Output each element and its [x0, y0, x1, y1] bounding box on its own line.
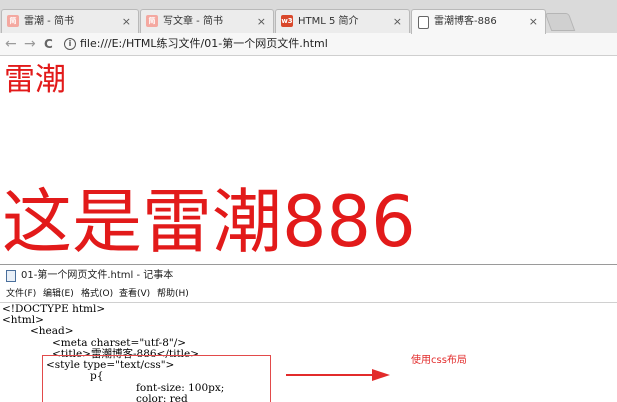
tab-title: 写文章 - 简书	[163, 16, 223, 27]
tab-jianshu-write[interactable]: 简 写文章 - 简书 ×	[140, 9, 274, 33]
tab-html5-intro[interactable]: w3 HTML 5 简介 ×	[275, 9, 410, 33]
annotation-arrow-icon	[286, 369, 390, 381]
notepad-title: 01-第一个网页文件.html - 记事本	[21, 270, 174, 281]
close-icon[interactable]: ×	[122, 10, 131, 33]
address-bar[interactable]: file:///E:/HTML练习文件/01-第一个网页文件.html	[80, 36, 328, 52]
jianshu-icon: 简	[146, 15, 158, 27]
tab-title: HTML 5 简介	[298, 16, 359, 27]
notepad-text-area[interactable]: <!DOCTYPE html> <html> <head> <meta char…	[0, 302, 617, 402]
back-arrow-icon[interactable]: ←	[5, 35, 17, 53]
menu-edit[interactable]: 编辑(E)	[43, 287, 74, 302]
new-tab-button[interactable]	[544, 13, 576, 31]
notepad-menu-bar: 文件(F) 编辑(E) 格式(O) 查看(V) 帮助(H)	[0, 287, 617, 302]
tab-title: 雷潮博客-886	[434, 16, 497, 27]
menu-file[interactable]: 文件(F)	[6, 287, 36, 302]
info-icon[interactable]: i	[64, 38, 76, 50]
menu-view[interactable]: 查看(V)	[119, 287, 150, 302]
close-icon[interactable]: ×	[257, 10, 266, 33]
notepad-title-bar: 01-第一个网页文件.html - 记事本	[0, 265, 617, 287]
close-icon[interactable]: ×	[529, 10, 538, 33]
browser-tab-bar: 简 雷潮 - 简书 × 简 写文章 - 简书 × w3 HTML 5 简介 × …	[0, 0, 617, 34]
code-line: <head>	[30, 325, 74, 337]
reload-icon[interactable]: C	[44, 35, 53, 53]
css-highlight-box	[42, 355, 271, 402]
w3school-icon: w3	[281, 15, 293, 27]
annotation-label: 使用css布局	[411, 355, 467, 366]
page-heading-big: 这是雷潮886	[2, 181, 416, 263]
tab-title: 雷潮 - 简书	[24, 16, 74, 27]
browser-toolbar: ← → C i file:///E:/HTML练习文件/01-第一个网页文件.h…	[0, 33, 617, 56]
forward-arrow-icon[interactable]: →	[24, 35, 36, 53]
close-icon[interactable]: ×	[393, 10, 402, 33]
menu-help[interactable]: 帮助(H)	[157, 287, 189, 302]
tab-jianshu-profile[interactable]: 简 雷潮 - 简书 ×	[1, 9, 139, 33]
page-heading-small: 雷潮	[4, 62, 66, 98]
jianshu-icon: 简	[7, 15, 19, 27]
document-icon	[418, 16, 429, 29]
menu-format[interactable]: 格式(O)	[81, 287, 113, 302]
tab-leichao-blog[interactable]: 雷潮博客-886 ×	[411, 9, 546, 34]
notepad-icon	[6, 270, 16, 282]
